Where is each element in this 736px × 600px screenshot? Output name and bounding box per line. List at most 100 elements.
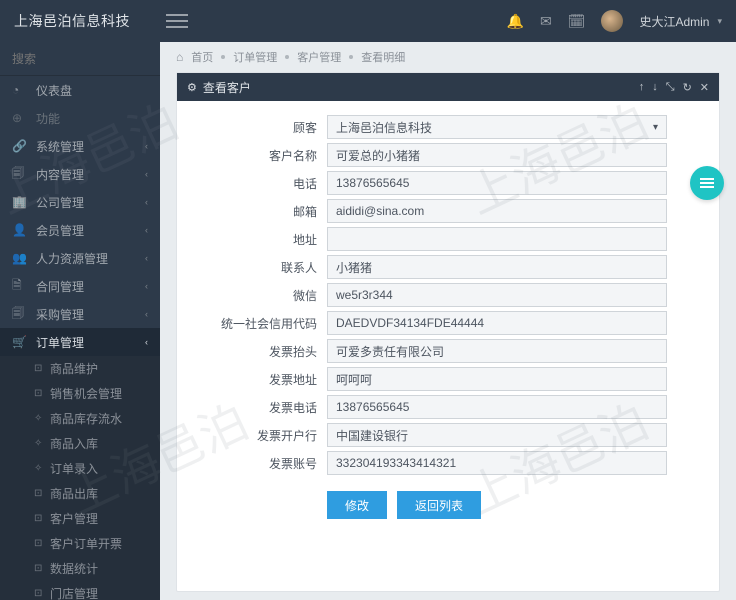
sub-stock-flow[interactable]: ✧商品库存流水 <box>0 406 160 431</box>
form-row-customer: 顾客 上海邑泊信息科技 <box>177 115 719 139</box>
sub-customer-manage[interactable]: ⊡ 客户管理 <box>0 506 160 531</box>
field-value: DAEDVDF34134FDE44444 <box>336 316 484 330</box>
close-icon[interactable]: ✕ <box>700 81 709 94</box>
contact-field[interactable]: 小猪猪 <box>327 255 667 279</box>
calendar-icon[interactable]: 🗓 <box>568 13 586 30</box>
sidebar-submenu: ⊡商品维护 ⊡销售机会管理 ✧商品库存流水 ✧商品入库 ✧订单录入 ⊡商品出库 … <box>0 356 160 600</box>
topbar-right: 🔔 ✉ 🗓 史大江Admin ▾ <box>507 10 736 32</box>
field-value: 可爱总的小猪猪 <box>336 147 420 164</box>
search-input[interactable] <box>12 52 160 66</box>
arrow-down-icon[interactable]: ↓ <box>652 81 658 94</box>
sub-product-maintain[interactable]: ⊡商品维护 <box>0 356 160 381</box>
field-label: 发票电话 <box>177 399 327 416</box>
sidebar-item-purchase[interactable]: 🗐 采购管理 ‹ <box>0 300 160 328</box>
chevron-down-icon[interactable]: ▾ <box>717 16 722 27</box>
topbar: 上海邑泊信息科技 🔔 ✉ 🗓 史大江Admin ▾ <box>0 0 736 42</box>
sidebar-item-member[interactable]: 👤 会员管理 ‹ <box>0 216 160 244</box>
sidebar-item-label: 采购管理 <box>36 306 84 323</box>
sub-data-stats[interactable]: ⊡数据统计 <box>0 556 160 581</box>
phone-field[interactable]: 13876565645 <box>327 171 667 195</box>
chevron-left-icon: ‹ <box>145 309 148 319</box>
crumb-detail[interactable]: 查看明细 <box>361 49 405 65</box>
credit-code-field[interactable]: DAEDVDF34134FDE44444 <box>327 311 667 335</box>
address-field[interactable] <box>327 227 667 251</box>
expand-icon[interactable]: ⤡ <box>666 81 675 94</box>
crumb-sep-icon <box>285 55 289 59</box>
sidebar-item-features[interactable]: ⊕ 功能 <box>0 104 160 132</box>
field-label: 邮箱 <box>177 203 327 220</box>
user-name-label[interactable]: 史大江Admin <box>639 13 709 30</box>
sidebar-item-content[interactable]: 🗐 内容管理 ‹ <box>0 160 160 188</box>
arrow-up-icon[interactable]: ↑ <box>639 81 645 94</box>
dot-icon: ⊡ <box>34 513 44 524</box>
form-row-wechat: 微信 we5r3r344 <box>177 283 719 307</box>
invoice-phone-field[interactable]: 13876565645 <box>327 395 667 419</box>
sidebar-item-contract[interactable]: 🗎 合同管理 ‹ <box>0 272 160 300</box>
dot-icon: ✧ <box>34 463 44 474</box>
chevron-left-icon: ‹ <box>145 169 148 179</box>
fab-button[interactable] <box>690 166 724 200</box>
field-label: 微信 <box>177 287 327 304</box>
field-value: 上海邑泊信息科技 <box>336 119 432 136</box>
contract-icon: 🗎 <box>12 276 28 297</box>
edit-button[interactable]: 修改 <box>327 491 387 519</box>
form-row-name: 客户名称 可爱总的小猪猪 <box>177 143 719 167</box>
sub-order-entry[interactable]: ✧ 订单录入 <box>0 456 160 481</box>
form-row-phone: 电话 13876565645 <box>177 171 719 195</box>
invoice-bank-field[interactable]: 中国建设银行 <box>327 423 667 447</box>
bell-icon[interactable]: 🔔 <box>507 13 524 30</box>
chevron-left-icon: ‹ <box>145 337 148 347</box>
hr-icon: 👥 <box>12 251 28 265</box>
menu-toggle-icon[interactable] <box>166 10 188 32</box>
field-value: we5r3r344 <box>336 288 393 302</box>
sidebar-item-label: 订单录入 <box>50 460 98 477</box>
mail-icon[interactable]: ✉ <box>540 13 552 30</box>
email-field[interactable]: aididi@sina.com <box>327 199 667 223</box>
sidebar-item-dashboard[interactable]: ◔ 仪表盘 <box>0 76 160 104</box>
sidebar-item-hr[interactable]: 👥 人力资源管理 ‹ <box>0 244 160 272</box>
field-label: 电话 <box>177 175 327 192</box>
chevron-left-icon: ‹ <box>145 197 148 207</box>
name-field[interactable]: 可爱总的小猪猪 <box>327 143 667 167</box>
sidebar-item-label: 门店管理 <box>50 585 98 600</box>
customer-select[interactable]: 上海邑泊信息科技 <box>327 115 667 139</box>
sidebar-item-company[interactable]: 🏢 公司管理 ‹ <box>0 188 160 216</box>
sub-sales-opportunity[interactable]: ⊡销售机会管理 <box>0 381 160 406</box>
sidebar-item-order[interactable]: 🛒 订单管理 ‹ <box>0 328 160 356</box>
field-value: 小猪猪 <box>336 259 372 276</box>
invoice-address-field[interactable]: 呵呵呵 <box>327 367 667 391</box>
sub-stock-out[interactable]: ⊡商品出库 <box>0 481 160 506</box>
sub-store-manage[interactable]: ⊡门店管理 <box>0 581 160 600</box>
invoice-title-field[interactable]: 可爱多责任有限公司 <box>327 339 667 363</box>
sidebar-item-label: 销售机会管理 <box>50 385 122 402</box>
breadcrumb: ⌂ 首页 订单管理 客户管理 查看明细 <box>160 42 736 72</box>
button-row: 修改 返回列表 <box>177 491 719 519</box>
crumb-order[interactable]: 订单管理 <box>233 49 277 65</box>
sub-customer-invoice[interactable]: ⊡客户订单开票 <box>0 531 160 556</box>
refresh-icon[interactable]: ↻ <box>683 81 692 94</box>
form-row-invoice-account: 发票账号 332304193343414321 <box>177 451 719 475</box>
invoice-account-field[interactable]: 332304193343414321 <box>327 451 667 475</box>
sidebar: 🔍 ◔ 仪表盘 ⊕ 功能 🔗 系统管理 ‹ 🗐 内容管理 ‹ 🏢 公司管理 ‹ … <box>0 42 160 600</box>
brand-title: 上海邑泊信息科技 <box>0 11 160 31</box>
crumb-customer[interactable]: 客户管理 <box>297 49 341 65</box>
features-icon: ⊕ <box>12 111 28 125</box>
company-icon: 🏢 <box>12 195 28 209</box>
crumb-home[interactable]: 首页 <box>191 49 213 65</box>
member-icon: 👤 <box>12 223 28 237</box>
wechat-field[interactable]: we5r3r344 <box>327 283 667 307</box>
sidebar-item-label: 客户管理 <box>50 510 98 527</box>
sidebar-item-label: 仪表盘 <box>36 82 72 99</box>
sub-stock-in[interactable]: ✧商品入库 <box>0 431 160 456</box>
avatar[interactable] <box>601 10 623 32</box>
crumb-sep-icon <box>349 55 353 59</box>
back-button[interactable]: 返回列表 <box>397 491 481 519</box>
gear-icon: ⚙ <box>187 81 197 94</box>
field-label: 发票抬头 <box>177 343 327 360</box>
field-value: 13876565645 <box>336 176 409 190</box>
sidebar-item-system[interactable]: 🔗 系统管理 ‹ <box>0 132 160 160</box>
form-row-address: 地址 <box>177 227 719 251</box>
content-icon: 🗐 <box>12 164 28 185</box>
home-icon[interactable]: ⌂ <box>176 50 183 64</box>
sidebar-item-label: 人力资源管理 <box>36 250 108 267</box>
